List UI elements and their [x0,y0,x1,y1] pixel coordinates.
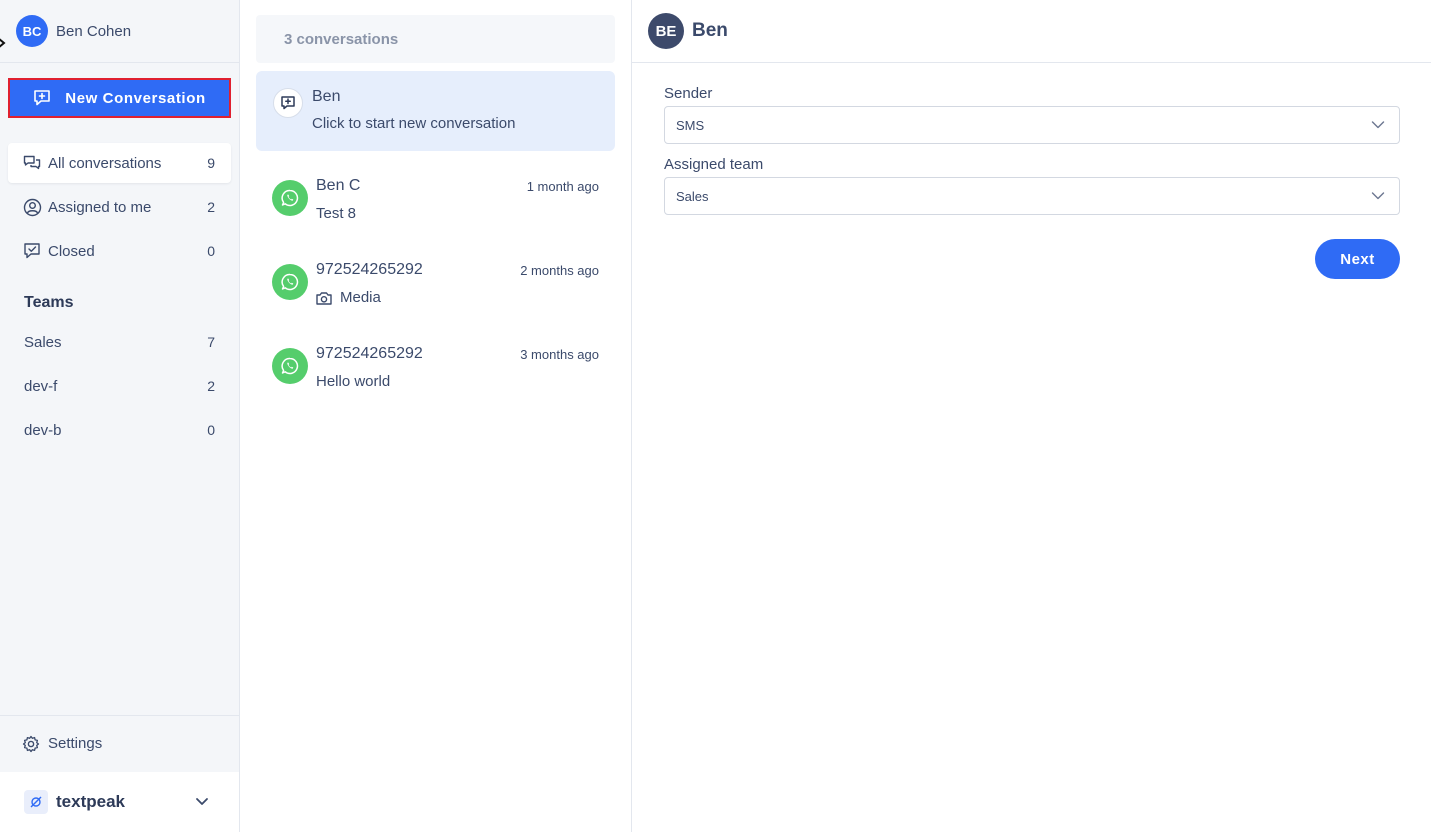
chat-plus-icon [34,90,51,106]
whatsapp-icon [272,348,308,384]
sidebar-item-team-dev-f[interactable]: dev-f 2 [8,366,231,406]
panel-header: BE Ben [632,0,1431,63]
whatsapp-icon [272,180,308,216]
conversation-time: 2 months ago [520,263,599,278]
sender-value: SMS [676,117,705,133]
user-circle-icon [22,197,42,217]
conversation-preview: Hello world [316,373,390,390]
preview-text: Hello world [316,373,391,390]
avatar: BC [16,15,48,47]
team-label: Sales [24,333,62,351]
new-conversation-item[interactable]: Ben Click to start new conversation [256,71,615,151]
conversation-name: 972524265292 [316,261,423,278]
sidebar-item-label: All conversations [48,154,162,172]
settings-link[interactable]: Settings [0,715,239,771]
conversation-list: 3 conversations Ben Click to start new c… [240,0,632,832]
workspace-name: textpeak [56,792,125,811]
assigned-team-value: Sales [676,188,709,204]
conversation-name: Ben [312,88,341,105]
page-title: Ben [692,20,728,41]
count-badge: 0 [207,243,215,259]
chevron-down-icon [196,798,208,805]
whatsapp-icon [272,264,308,300]
new-conversation-panel: BE Ben Sender SMS Assigned team Sales Ne… [632,0,1431,832]
gear-icon [22,735,40,752]
new-conversation-label: New Conversation [65,89,206,107]
conversation-count: 3 conversations [256,15,615,63]
conversation-time: 3 months ago [520,347,599,362]
teams-heading: Teams [24,294,74,311]
sender-label: Sender [664,85,713,102]
assigned-team-select[interactable]: Sales [664,177,1400,215]
conversation-name: Ben C [316,177,361,194]
camera-icon [316,291,332,305]
conversation-preview: Test 8 [316,205,356,222]
chevron-down-icon [1371,121,1385,129]
sidebar-nav: All conversations 9 Assigned to me 2 Clo… [8,143,231,275]
collapse-arrow-icon[interactable] [0,37,6,49]
conversation-time: 1 month ago [526,179,599,194]
sidebar-item-label: Assigned to me [48,198,152,216]
sidebar-item-team-sales[interactable]: Sales 7 [8,322,231,362]
team-label: dev-b [24,421,62,439]
sender-select[interactable]: SMS [664,106,1400,144]
count-badge: 7 [207,334,215,350]
chat-check-icon [22,241,42,261]
count-badge: 2 [207,378,215,394]
avatar: BE [648,13,684,49]
sidebar-item-assigned-to-me[interactable]: Assigned to me 2 [8,187,231,227]
list-item[interactable]: Ben C 1 month ago Test 8 [256,172,615,252]
preview-text: Test 8 [316,205,357,222]
sidebar-item-team-dev-b[interactable]: dev-b 0 [8,410,231,450]
preview-text: Media [340,289,381,306]
sidebar-item-all-conversations[interactable]: All conversations 9 [8,143,231,183]
assigned-team-label: Assigned team [664,156,764,173]
teams-list: Sales 7 dev-f 2 dev-b 0 [8,322,231,454]
list-item[interactable]: 972524265292 2 months ago Media [256,256,615,336]
count-badge: 2 [207,199,215,215]
list-item[interactable]: 972524265292 3 months ago Hello world [256,340,615,420]
user-profile[interactable]: BC Ben Cohen [0,0,239,63]
team-label: dev-f [24,377,58,395]
workspace-switcher[interactable]: textpeak [0,772,239,832]
new-conversation-button[interactable]: New Conversation [8,78,231,118]
conversation-subtitle: Click to start new conversation [312,115,516,132]
sidebar: BC Ben Cohen New Conversation All conver… [0,0,240,832]
count-badge: 9 [207,155,215,171]
conversation-preview: Media [316,289,381,306]
chat-bubbles-icon [22,153,42,173]
sidebar-item-closed[interactable]: Closed 0 [8,231,231,271]
chat-plus-icon [273,88,303,118]
profile-name: Ben Cohen [56,22,132,40]
count-badge: 0 [207,422,215,438]
sidebar-item-label: Closed [48,242,95,260]
conversation-name: 972524265292 [316,345,423,362]
chevron-down-icon [1371,192,1385,200]
settings-label: Settings [48,735,103,752]
app-root: BC Ben Cohen New Conversation All conver… [0,0,1431,832]
textpeak-logo-icon [24,790,48,814]
next-button[interactable]: Next [1315,239,1400,279]
